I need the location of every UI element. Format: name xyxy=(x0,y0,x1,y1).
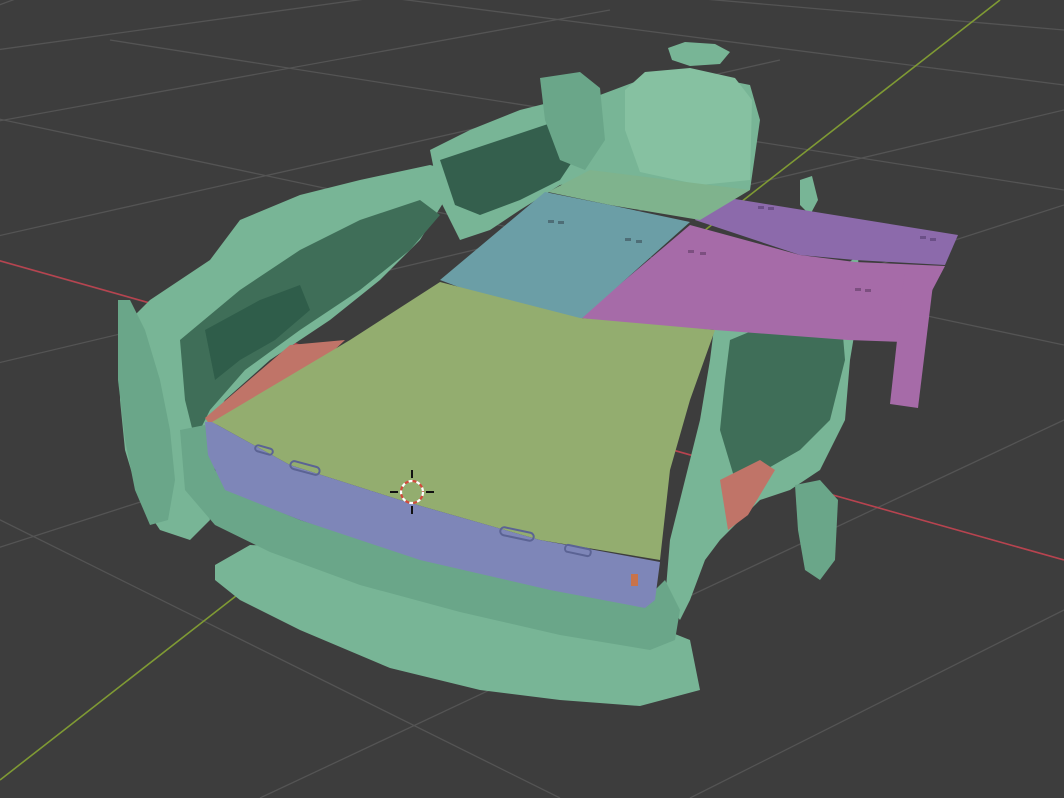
right-rear-fragment xyxy=(795,480,838,580)
viewport-canvas[interactable] xyxy=(0,0,1064,798)
headrest xyxy=(668,42,730,66)
3d-viewport[interactable] xyxy=(0,0,1064,798)
driver-seat xyxy=(625,68,752,185)
origin-marker xyxy=(631,574,638,586)
right-upper-fragment xyxy=(800,176,818,215)
